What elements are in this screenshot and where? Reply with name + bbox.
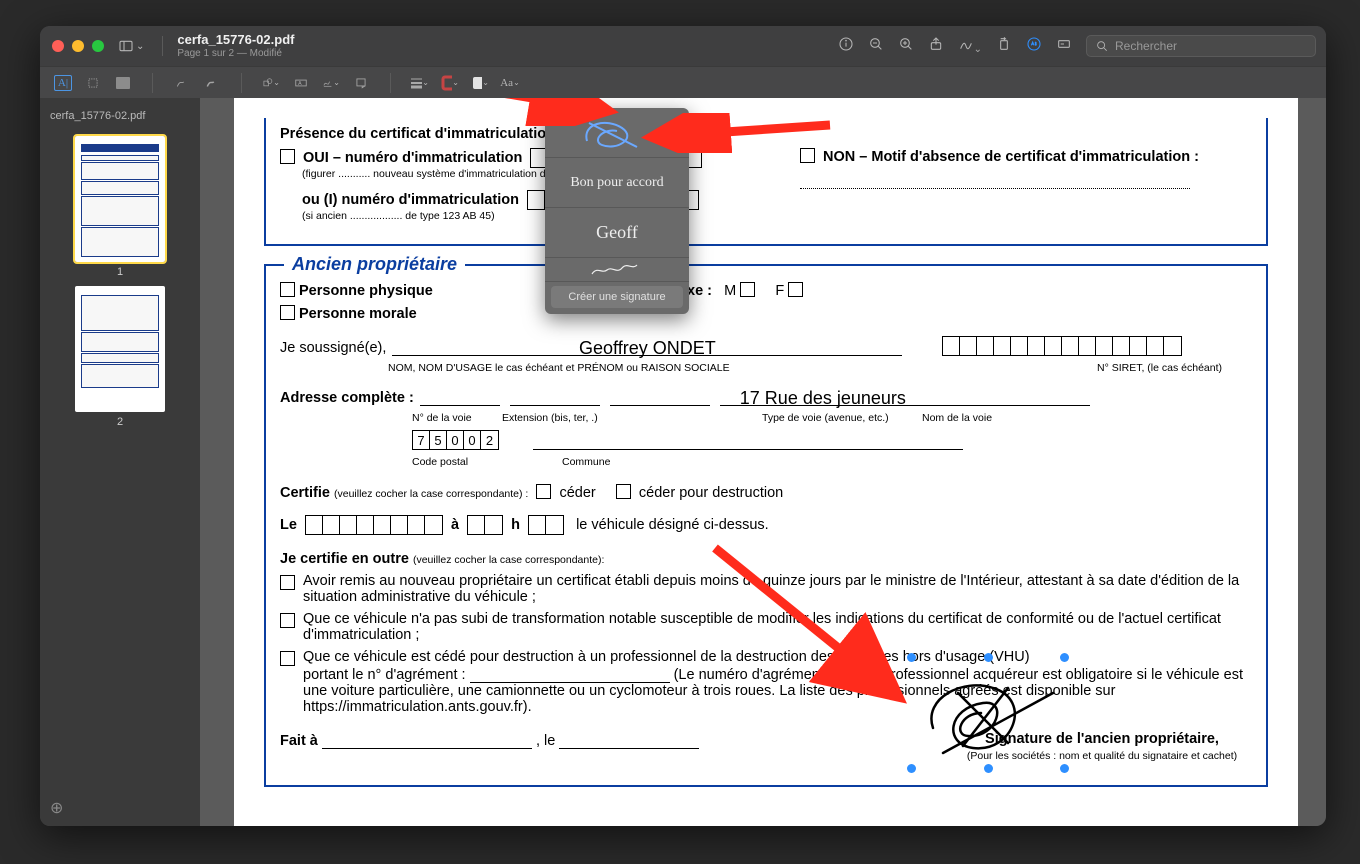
soussigne-label: Je soussigné(e),	[280, 340, 386, 356]
zoom-window-icon[interactable]	[92, 40, 104, 52]
minimize-window-icon[interactable]	[72, 40, 84, 52]
create-signature-button[interactable]: Créer une signature	[551, 286, 683, 308]
placed-signature[interactable]	[912, 658, 1064, 768]
signature-option-3[interactable]: Geoff	[545, 208, 689, 258]
agrement-field[interactable]	[470, 665, 670, 683]
sketch-tool-icon[interactable]	[173, 75, 191, 91]
morale-checkbox[interactable]	[280, 305, 295, 320]
search-placeholder: Rechercher	[1115, 39, 1177, 53]
line-style-icon[interactable]: ⌄	[411, 75, 429, 91]
non-motif-field[interactable]	[800, 173, 1190, 189]
non-label: NON – Motif d'absence de certificat d'im…	[823, 149, 1199, 165]
ceder-dest-checkbox[interactable]	[616, 484, 631, 499]
fait-le-field[interactable]	[559, 731, 699, 749]
zoom-in-button[interactable]	[898, 36, 914, 57]
sign-tool-icon[interactable]: ⌄	[322, 75, 340, 91]
textbox-tool-icon[interactable]: A	[292, 75, 310, 91]
svg-text:A: A	[298, 80, 302, 86]
sidebar-toggle-button[interactable]: ⌄	[118, 38, 144, 54]
siret-cells[interactable]	[942, 336, 1182, 356]
presence-label: Présence du certificat d'immatriculation…	[280, 126, 564, 142]
opt3-checkbox[interactable]	[280, 651, 295, 666]
add-page-button[interactable]: ⊕	[50, 798, 63, 818]
signature-option-4[interactable]	[545, 258, 689, 282]
note-tool-icon[interactable]	[352, 75, 370, 91]
addr-ext[interactable]	[510, 388, 600, 406]
cp-cells[interactable]: 75002	[412, 430, 499, 450]
name-field[interactable]: Geoffrey ONDET	[392, 338, 902, 356]
document-subtitle: Page 1 sur 2 — Modifié	[177, 48, 294, 59]
document-canvas[interactable]: Présence du certificat d'immatriculation…	[200, 98, 1326, 826]
name-value: Geoffrey ONDET	[392, 338, 902, 359]
ou-hint: (si ancien .................. de type 12…	[302, 210, 770, 222]
oui-checkbox[interactable]	[280, 149, 295, 164]
zoom-out-button[interactable]	[868, 36, 884, 57]
markup-button[interactable]: ⌄	[958, 36, 982, 57]
page-number-2: 2	[40, 416, 200, 428]
sidebar-filename: cerfa_15776-02.pdf	[40, 104, 200, 128]
document-title: cerfa_15776-02.pdf	[177, 33, 294, 47]
addr-type[interactable]	[610, 388, 710, 406]
text-style-icon[interactable]: Aa⌄	[501, 75, 519, 91]
text-tool-icon[interactable]: A|	[54, 75, 72, 91]
shapes-tool-icon[interactable]: ⌄	[262, 75, 280, 91]
app-window: ⌄ cerfa_15776-02.pdf Page 1 sur 2 — Modi…	[40, 26, 1326, 826]
opt1-checkbox[interactable]	[280, 575, 295, 590]
non-checkbox[interactable]	[800, 148, 815, 163]
page-number-1: 1	[40, 266, 200, 278]
thumbnails-sidebar: cerfa_15776-02.pdf 1 2 ⊕	[40, 98, 200, 826]
signature-popover: Bon pour accord Geoff Créer une signatur…	[545, 108, 689, 314]
physique-checkbox[interactable]	[280, 282, 295, 297]
section-title: Ancien propriétaire	[284, 254, 465, 275]
commune-field[interactable]	[533, 432, 963, 450]
resize-handle-se[interactable]	[1060, 764, 1069, 773]
search-input[interactable]: Rechercher	[1086, 35, 1316, 57]
redact-tool-icon[interactable]	[114, 75, 132, 91]
ceder-checkbox[interactable]	[536, 484, 551, 499]
fill-color-icon[interactable]: ⌄	[471, 75, 489, 91]
window-controls	[52, 40, 104, 52]
selection-tool-icon[interactable]	[84, 75, 102, 91]
stroke-color-icon[interactable]: ⌄	[441, 75, 459, 91]
addr-num[interactable]	[420, 388, 500, 406]
fait-a-field[interactable]	[322, 731, 532, 749]
addr-label: Adresse complète :	[280, 390, 414, 406]
signature-option-1[interactable]	[545, 108, 689, 158]
resize-handle-ne[interactable]	[1060, 653, 1069, 662]
oui-hint: (figurer ........... nouveau système d'i…	[302, 168, 770, 180]
form-button[interactable]	[1056, 36, 1072, 57]
search-icon	[1095, 39, 1109, 53]
annotation-toolbar: A| ⌄ A ⌄ ⌄ ⌄ ⌄ Aa⌄	[40, 66, 1326, 98]
resize-handle-sw[interactable]	[907, 764, 916, 773]
min-cells[interactable]	[528, 515, 564, 535]
oui-label: OUI – numéro d'immatriculation	[303, 150, 522, 166]
resize-handle-n[interactable]	[984, 653, 993, 662]
annotate-toggle-button[interactable]	[1026, 36, 1042, 57]
close-window-icon[interactable]	[52, 40, 64, 52]
sexe-f-checkbox[interactable]	[788, 282, 803, 297]
opt2-checkbox[interactable]	[280, 613, 295, 628]
sexe-m-checkbox[interactable]	[740, 282, 755, 297]
resize-handle-nw[interactable]	[907, 653, 916, 662]
rotate-button[interactable]	[996, 36, 1012, 57]
pdf-page: Présence du certificat d'immatriculation…	[234, 98, 1298, 826]
date-cells[interactable]	[305, 515, 443, 535]
thumbnail-page-1[interactable]	[75, 136, 165, 262]
thumbnail-page-2[interactable]	[75, 286, 165, 412]
titlebar: ⌄ cerfa_15776-02.pdf Page 1 sur 2 — Modi…	[40, 26, 1326, 66]
addr-value: 17 Rue des jeuneurs	[720, 388, 906, 408]
addr-street[interactable]: 17 Rue des jeuneurs	[720, 388, 1090, 406]
resize-handle-s[interactable]	[984, 764, 993, 773]
info-button[interactable]	[838, 36, 854, 57]
hour-cells[interactable]	[467, 515, 503, 535]
signature-option-2[interactable]: Bon pour accord	[545, 158, 689, 208]
share-button[interactable]	[928, 36, 944, 57]
draw-tool-icon[interactable]	[203, 75, 221, 91]
